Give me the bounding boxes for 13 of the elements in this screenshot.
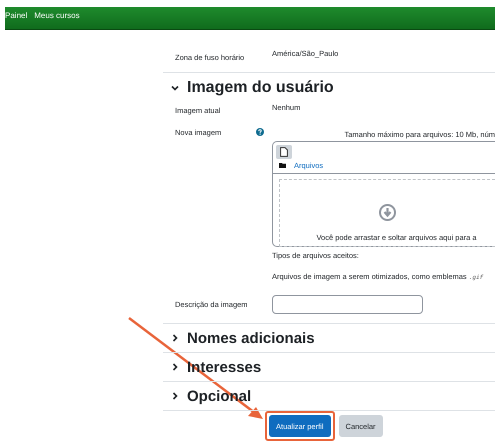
description-input[interactable] xyxy=(272,295,423,314)
chevron-down-icon[interactable] xyxy=(171,84,179,92)
folder-icon xyxy=(279,163,286,168)
help-icon[interactable] xyxy=(256,128,264,137)
chevron-right-icon[interactable] xyxy=(171,392,179,400)
nav-link[interactable]: Meus cursos xyxy=(34,11,80,20)
chevron-right-icon[interactable] xyxy=(171,334,179,342)
add-file-button[interactable] xyxy=(276,145,292,159)
nav-link[interactable]: Painel xyxy=(5,11,28,20)
chevron-right-icon[interactable] xyxy=(171,363,179,371)
download-circle-icon xyxy=(379,204,396,221)
section-heading[interactable]: Nomes adicionais xyxy=(187,330,315,346)
section-heading[interactable]: Imagem do usuário xyxy=(187,79,334,97)
